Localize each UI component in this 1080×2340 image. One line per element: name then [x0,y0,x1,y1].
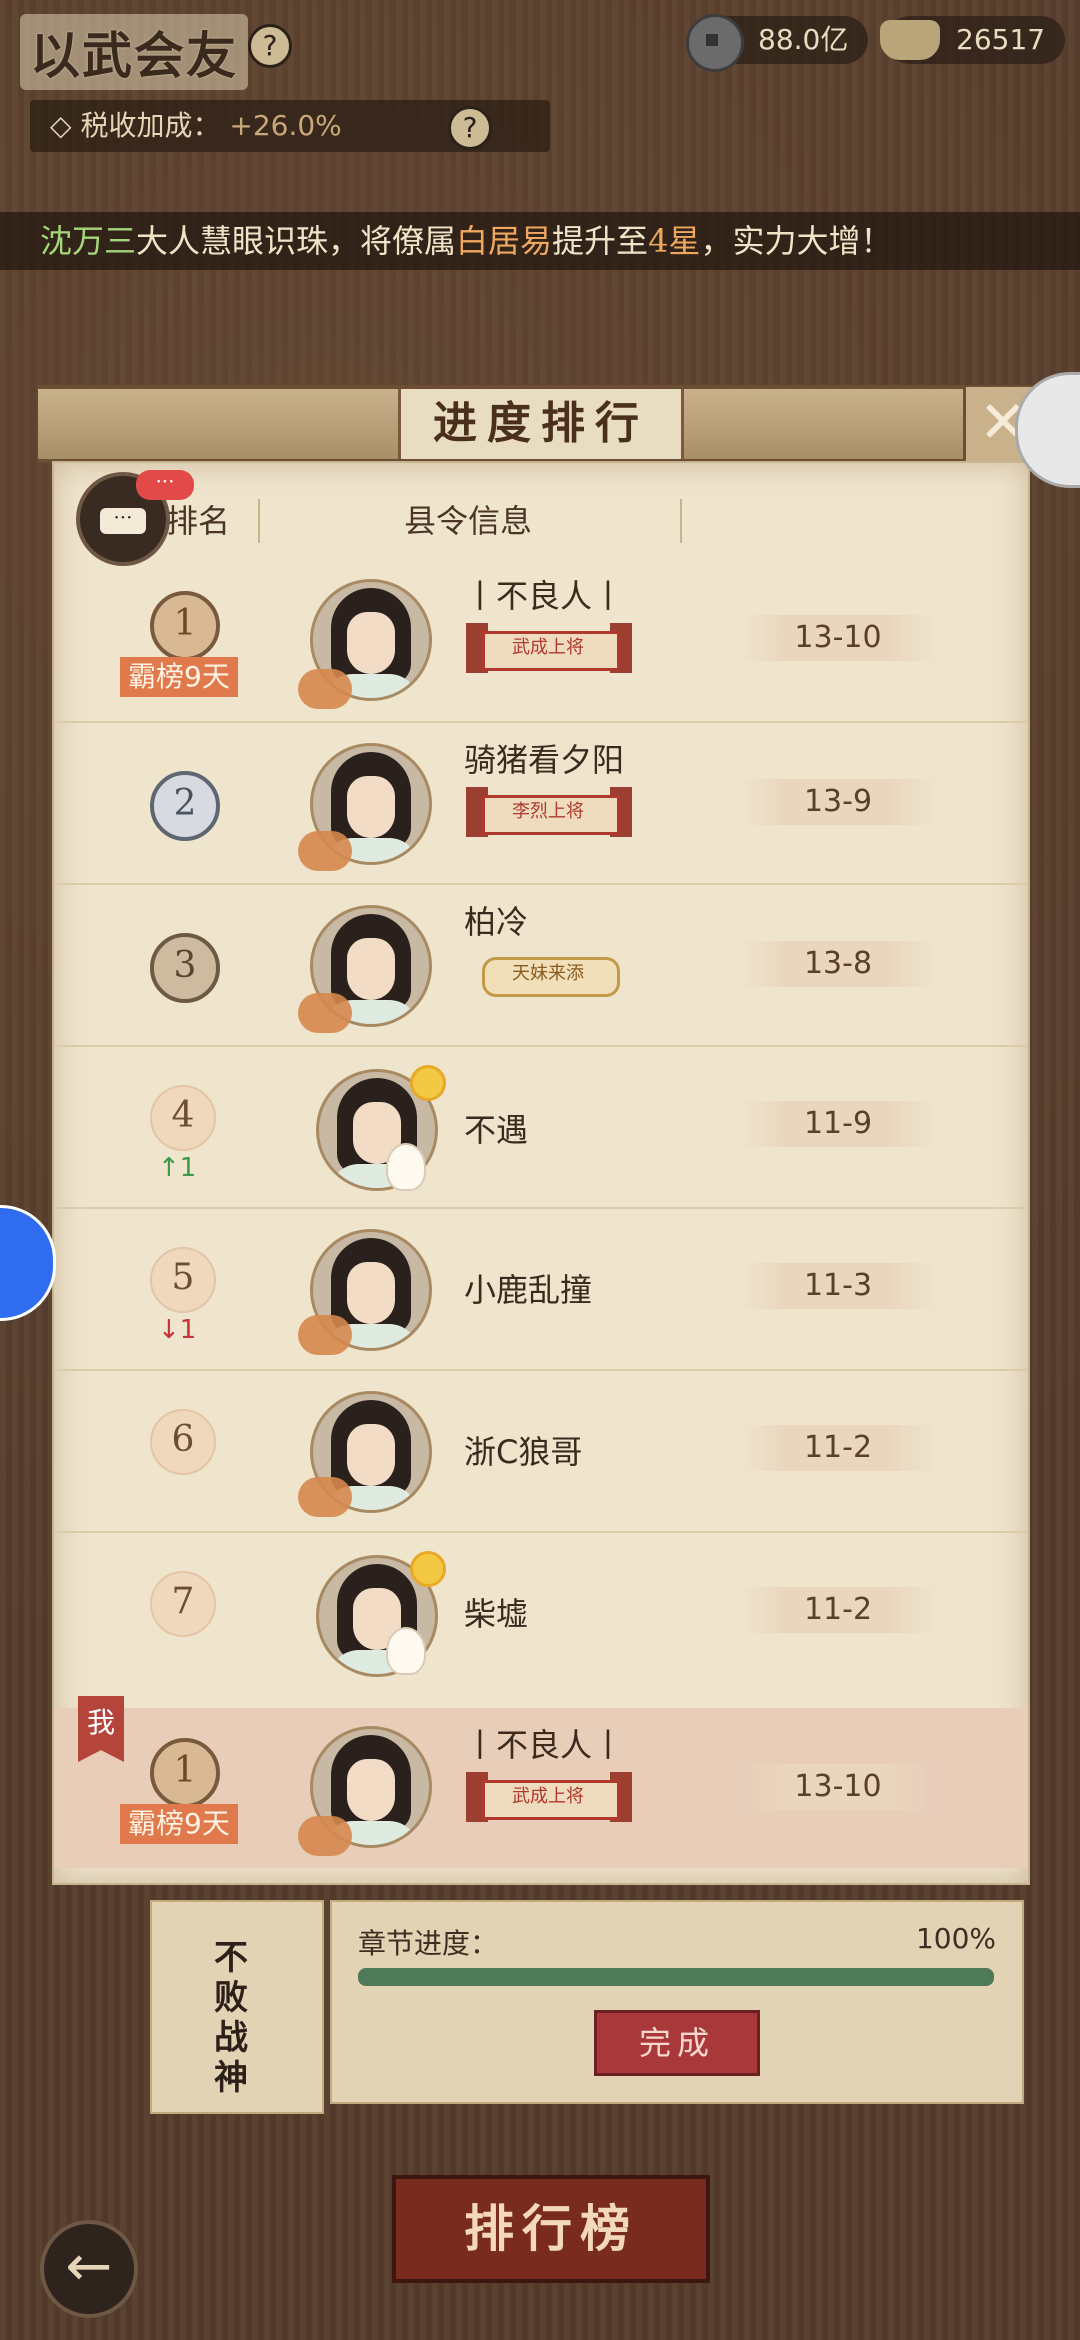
bronze-rank-medal: 3 [150,933,220,1003]
title-text: 武成上将 [512,1786,584,1807]
silver-amount: 88.0亿 [758,23,849,56]
ranking-list-panel[interactable]: 排名 县令信息 1 霸榜9天 丨不良人丨 武成上将 13-10 2 骑猪看夕阳 [52,461,1030,1885]
fruit-decoration [298,1477,352,1517]
coin-icon [686,14,744,72]
chat-icon: ··· [100,507,146,534]
gold-rank-medal: 1 [150,591,220,661]
broadcast-text: 提升至 [552,222,649,260]
progress-score: 13-10 [740,1764,936,1810]
rank-number: 5 [150,1247,216,1313]
fruit-decoration [298,831,352,871]
fruit-decoration [298,669,352,709]
rank-number: 4 [150,1085,216,1151]
broadcast-name: 沈万三 [40,222,137,260]
chapter-label: 章节进度： [358,1927,499,1960]
ingot-icon [880,20,940,60]
progress-score: 11-3 [740,1263,936,1309]
player-name: 柴墟 [464,1595,529,1633]
progress-score: 13-9 [740,779,936,825]
progress-score: 13-8 [740,941,936,987]
fruit-decoration [298,993,352,1033]
chapter-progress-bar [358,1968,994,1986]
fruit-decoration [298,1315,352,1355]
progress-score: 11-2 [740,1587,936,1633]
title-text: 李烈上将 [512,801,584,822]
player-name: 柏冷 [464,903,529,941]
ranking-row[interactable]: 6 浙C狼哥 11-2 [54,1369,1028,1533]
top-bar: 以武会友 ? 88.0亿 26517 [0,0,1080,90]
progress-score: 13-10 [740,615,936,661]
ingot-resource[interactable]: 26517 [880,16,1066,64]
player-name: 浙C狼哥 [464,1433,583,1471]
modal-header: 进度排行 ✕ [38,385,1040,463]
column-divider [258,499,260,543]
progress-score: 11-2 [740,1425,936,1471]
side-banner-text: 不败战神 [214,1938,248,2098]
player-name: 丨不良人丨 [464,1726,625,1764]
ranking-row[interactable]: 4 ↑1 不遇 11-9 [54,1045,1028,1209]
title-plaque: 武成上将 [466,619,632,679]
leaderboard-button[interactable]: 排行榜 [392,2175,710,2283]
title-text: 武成上将 [512,637,584,658]
rabbit-decoration [386,1627,426,1675]
flower-decoration [410,1551,446,1587]
player-name: 丨不良人丨 [464,577,625,615]
broadcast-stars: 4星 [648,222,701,260]
rabbit-decoration [386,1143,426,1191]
game-title: 以武会友 [20,14,248,90]
player-name: 不遇 [464,1111,529,1149]
done-button[interactable]: 完成 [594,2010,760,2076]
rank-number: 7 [150,1571,216,1637]
player-name: 骑猪看夕阳 [464,741,625,779]
tax-help-icon[interactable]: ? [448,106,492,150]
broadcast-text: ，实力大增！ [700,222,893,260]
ranking-row[interactable]: 1 霸榜9天 丨不良人丨 武成上将 13-10 [54,559,1028,723]
gold-rank-medal: 1 [150,1738,220,1808]
broadcast-text: 大人慧眼识珠，将僚属 [136,222,457,260]
me-tag: 我 [78,1696,124,1762]
rank-number: 6 [150,1409,216,1475]
col-header-info: 县令信息 [404,502,533,540]
flower-decoration [410,1065,446,1101]
title-text: 天妹来添 [512,963,584,984]
modal-title: 进度排行 [398,389,684,459]
chat-notification-badge: ··· [136,470,194,500]
help-icon[interactable]: ? [248,24,292,68]
ingot-amount: 26517 [956,23,1046,56]
rank-change-up: ↑1 [158,1153,197,1183]
broadcast-subject: 白居易 [456,222,553,260]
player-name: 小鹿乱撞 [464,1271,593,1309]
rank-change-down: ↓1 [158,1315,197,1345]
back-button[interactable]: ← [40,2220,138,2318]
title-plaque: 李烈上将 [466,783,632,843]
col-header-rank: 排名 [166,502,231,540]
tax-label: 税收加成： [80,109,221,142]
column-divider [680,499,682,543]
diamond-icon: ◇ [50,109,81,142]
silver-resource: 88.0亿 [686,14,869,72]
broadcast-banner: 沈万三大人慧眼识珠，将僚属白居易提升至4星，实力大增！ [0,212,1080,270]
chapter-progress-fill [358,1968,994,1986]
ranking-row[interactable]: 7 柴墟 11-2 [54,1531,1028,1693]
ranking-row[interactable]: 5 ↓1 小鹿乱撞 11-3 [54,1207,1028,1371]
reign-badge: 霸榜9天 [120,1804,238,1844]
chapter-percent: 100% [915,1922,996,1955]
my-ranking-row[interactable]: 我 1 霸榜9天 丨不良人丨 武成上将 13-10 [54,1696,1028,1868]
side-banner: 不败战神 [150,1900,324,2114]
ranking-row[interactable]: 3 柏冷 天妹来添 13-8 [54,883,1028,1047]
fruit-decoration [298,1816,352,1856]
title-plaque: 天妹来添 [466,945,632,1005]
silver-rank-medal: 2 [150,771,220,841]
progress-score: 11-9 [740,1101,936,1147]
chat-button[interactable]: ··· ··· [76,470,194,566]
ranking-row[interactable]: 2 骑猪看夕阳 李烈上将 13-9 [54,721,1028,885]
reign-badge: 霸榜9天 [120,657,238,697]
title-plaque: 武成上将 [466,1768,632,1828]
progress-ranking-modal: 进度排行 ✕ 排名 县令信息 1 霸榜9天 丨不良人丨 武成上将 13-10 2… [38,385,1040,1885]
tax-value: +26.0% [229,109,342,142]
chapter-panel: 章节进度： 100% 完成 [330,1900,1024,2104]
